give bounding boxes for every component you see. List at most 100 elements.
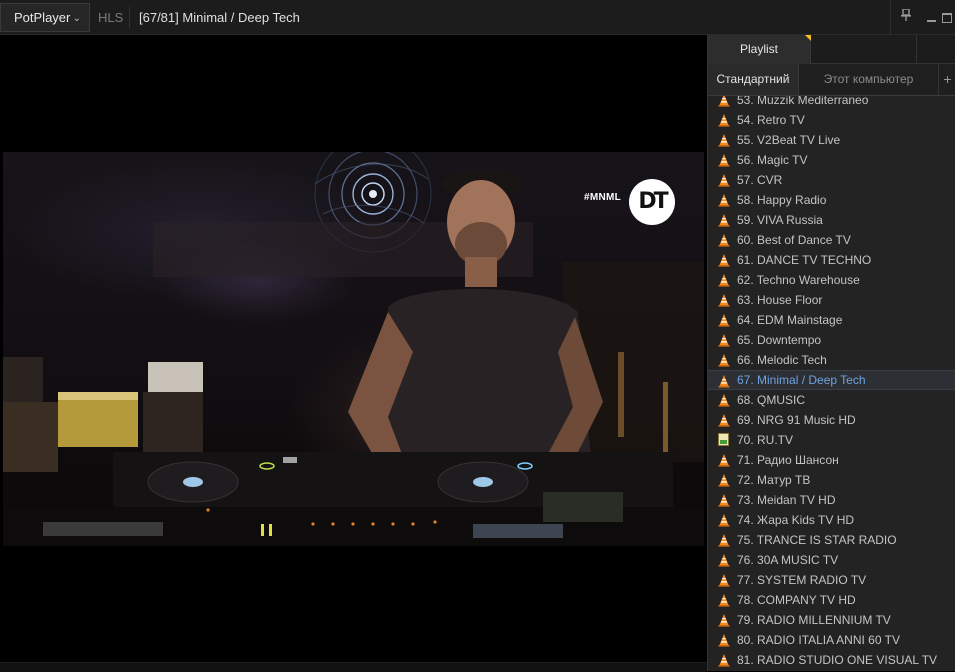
panel-tabs: Playlist <box>708 35 955 64</box>
playlist-item[interactable]: 66. Melodic Tech <box>708 350 955 370</box>
vlc-cone-icon <box>718 634 730 647</box>
subtab-standard[interactable]: Стандартний <box>708 64 799 95</box>
playlist-item[interactable]: 56. Magic TV <box>708 150 955 170</box>
vlc-cone-icon <box>718 454 730 467</box>
vlc-cone-icon <box>718 234 730 247</box>
subtab-this-computer[interactable]: Этот компьютер <box>799 64 939 95</box>
vlc-cone-icon <box>718 274 730 287</box>
playlist-item-label: 57. CVR <box>737 173 783 187</box>
chevron-down-icon: ⌄ <box>72 13 81 24</box>
playlist-item-label: 81. RADIO STUDIO ONE VISUAL TV <box>737 653 938 667</box>
playlist-item-label: 66. Melodic Tech <box>737 353 827 367</box>
playlist-item[interactable]: 57. CVR <box>708 170 955 190</box>
title-bar: PotPlayer ⌄ HLS [67/81] Minimal / Deep T… <box>0 0 955 35</box>
vlc-cone-icon <box>718 96 730 107</box>
playlist-list[interactable]: 53. Muzzik Mediterraneo 54. Retro TV 55. V… <box>708 96 955 671</box>
video-frame[interactable]: #MNML DT <box>3 152 704 546</box>
playlist-item[interactable]: 63. House Floor <box>708 290 955 310</box>
playlist-item[interactable]: 69. NRG 91 Music HD <box>708 410 955 430</box>
playlist-item-label: 63. House Floor <box>737 293 823 307</box>
vlc-cone-icon <box>718 314 730 327</box>
tab-playlist-label: Playlist <box>739 42 778 56</box>
playlist-item-label: 80. RADIO ITALIA ANNI 60 TV <box>737 633 900 647</box>
playlist-item[interactable]: 81. RADIO STUDIO ONE VISUAL TV <box>708 650 955 670</box>
playlist-item[interactable]: 70. RU.TV <box>708 430 955 450</box>
tab-playlist[interactable]: Playlist <box>708 35 811 64</box>
vlc-cone-icon <box>718 394 730 407</box>
playlist-item[interactable]: 80. RADIO ITALIA ANNI 60 TV <box>708 630 955 650</box>
playlist-item-label: 68. QMUSIC <box>737 393 806 407</box>
playlist-item-label: 55. V2Beat TV Live <box>737 133 841 147</box>
playlist-item[interactable]: 79. RADIO MILLENNIUM TV <box>708 610 955 630</box>
playlist-item-label: 75. TRANCE IS STAR RADIO <box>737 533 897 547</box>
playlist-item-label: 76. 30A MUSIC TV <box>737 553 839 567</box>
app-name: PotPlayer <box>14 10 71 25</box>
playlist-item[interactable]: 64. EDM Mainstage <box>708 310 955 330</box>
vlc-cone-icon <box>718 174 730 187</box>
file-icon <box>718 433 729 446</box>
vlc-cone-icon <box>718 574 730 587</box>
playlist-item[interactable]: 77. SYSTEM RADIO TV <box>708 570 955 590</box>
vlc-cone-icon <box>718 654 730 667</box>
playlist-item-label: 53. Muzzik Mediterraneo <box>737 96 869 107</box>
playlist-item[interactable]: 65. Downtempo <box>708 330 955 350</box>
vlc-cone-icon <box>718 494 730 507</box>
vlc-cone-icon <box>718 334 730 347</box>
playlist-subtabs: Стандартний Этот компьютер + <box>708 64 955 96</box>
playlist-item[interactable]: 71. Радио Шансон <box>708 450 955 470</box>
playlist-item-label: 67. Minimal / Deep Tech <box>737 373 866 387</box>
playlist-item-label: 62. Techno Warehouse <box>737 273 860 287</box>
playlist-item-label: 59. VIVA Russia <box>737 213 823 227</box>
playlist-items: 53. Muzzik Mediterraneo 54. Retro TV 55. V… <box>708 96 955 670</box>
playlist-item[interactable]: 75. TRANCE IS STAR RADIO <box>708 530 955 550</box>
playlist-item[interactable]: 55. V2Beat TV Live <box>708 130 955 150</box>
playlist-item[interactable]: 78. COMPANY TV HD <box>708 590 955 610</box>
playlist-item-label: 78. COMPANY TV HD <box>737 593 856 607</box>
vlc-cone-icon <box>718 134 730 147</box>
playlist-item-label: 74. Жара Kids TV HD <box>737 513 855 527</box>
playlist-item-label: 69. NRG 91 Music HD <box>737 413 856 427</box>
app-menu-button[interactable]: PotPlayer ⌄ <box>0 3 90 32</box>
vlc-cone-icon <box>718 414 730 427</box>
playlist-item[interactable]: 74. Жара Kids TV HD <box>708 510 955 530</box>
playlist-item[interactable]: 62. Techno Warehouse <box>708 270 955 290</box>
playlist-item-label: 56. Magic TV <box>737 153 808 167</box>
vlc-cone-icon <box>718 614 730 627</box>
playlist-item-label: 65. Downtempo <box>737 333 822 347</box>
playlist-item-label: 58. Happy Radio <box>737 193 827 207</box>
video-area[interactable]: #MNML DT <box>0 35 707 672</box>
playlist-item-label: 72. Матур ТВ <box>737 473 811 487</box>
playlist-item[interactable]: 73. Meidan TV HD <box>708 490 955 510</box>
vlc-cone-icon <box>718 514 730 527</box>
vlc-cone-icon <box>718 154 730 167</box>
tab-empty[interactable] <box>811 35 917 64</box>
protocol-label: HLS <box>98 10 124 25</box>
playlist-item-label: 60. Best of Dance TV <box>737 233 851 247</box>
playlist-item[interactable]: 76. 30A MUSIC TV <box>708 550 955 570</box>
playlist-panel: Playlist Стандартний Этот компьютер + 53… <box>707 35 955 671</box>
dj-scene-image <box>3 152 704 546</box>
playlist-item-label: 54. Retro TV <box>737 113 805 127</box>
playlist-item[interactable]: 58. Happy Radio <box>708 190 955 210</box>
vlc-cone-icon <box>718 375 730 388</box>
playlist-item[interactable]: 61. DANCE TV TECHNO <box>708 250 955 270</box>
playlist-item[interactable]: 53. Muzzik Mediterraneo <box>708 96 955 110</box>
playlist-item[interactable]: 68. QMUSIC <box>708 390 955 410</box>
playlist-item-label: 77. SYSTEM RADIO TV <box>737 573 867 587</box>
playlist-item-label: 79. RADIO MILLENNIUM TV <box>737 613 891 627</box>
maximize-button[interactable] <box>938 0 955 35</box>
playlist-item-label: 70. RU.TV <box>737 433 794 447</box>
playlist-item-label: 73. Meidan TV HD <box>737 493 836 507</box>
playlist-item[interactable]: 54. Retro TV <box>708 110 955 130</box>
playlist-item[interactable]: 67. Minimal / Deep Tech <box>708 370 955 390</box>
minimize-icon <box>926 19 936 22</box>
vlc-cone-icon <box>718 534 730 547</box>
playlist-item[interactable]: 72. Матур ТВ <box>708 470 955 490</box>
vlc-cone-icon <box>718 354 730 367</box>
playlist-item-label: 61. DANCE TV TECHNO <box>737 253 872 267</box>
playlist-item[interactable]: 59. VIVA Russia <box>708 210 955 230</box>
add-tab-button[interactable]: + <box>939 64 955 95</box>
maximize-icon <box>941 12 952 23</box>
divider <box>129 7 130 28</box>
playlist-item[interactable]: 60. Best of Dance TV <box>708 230 955 250</box>
